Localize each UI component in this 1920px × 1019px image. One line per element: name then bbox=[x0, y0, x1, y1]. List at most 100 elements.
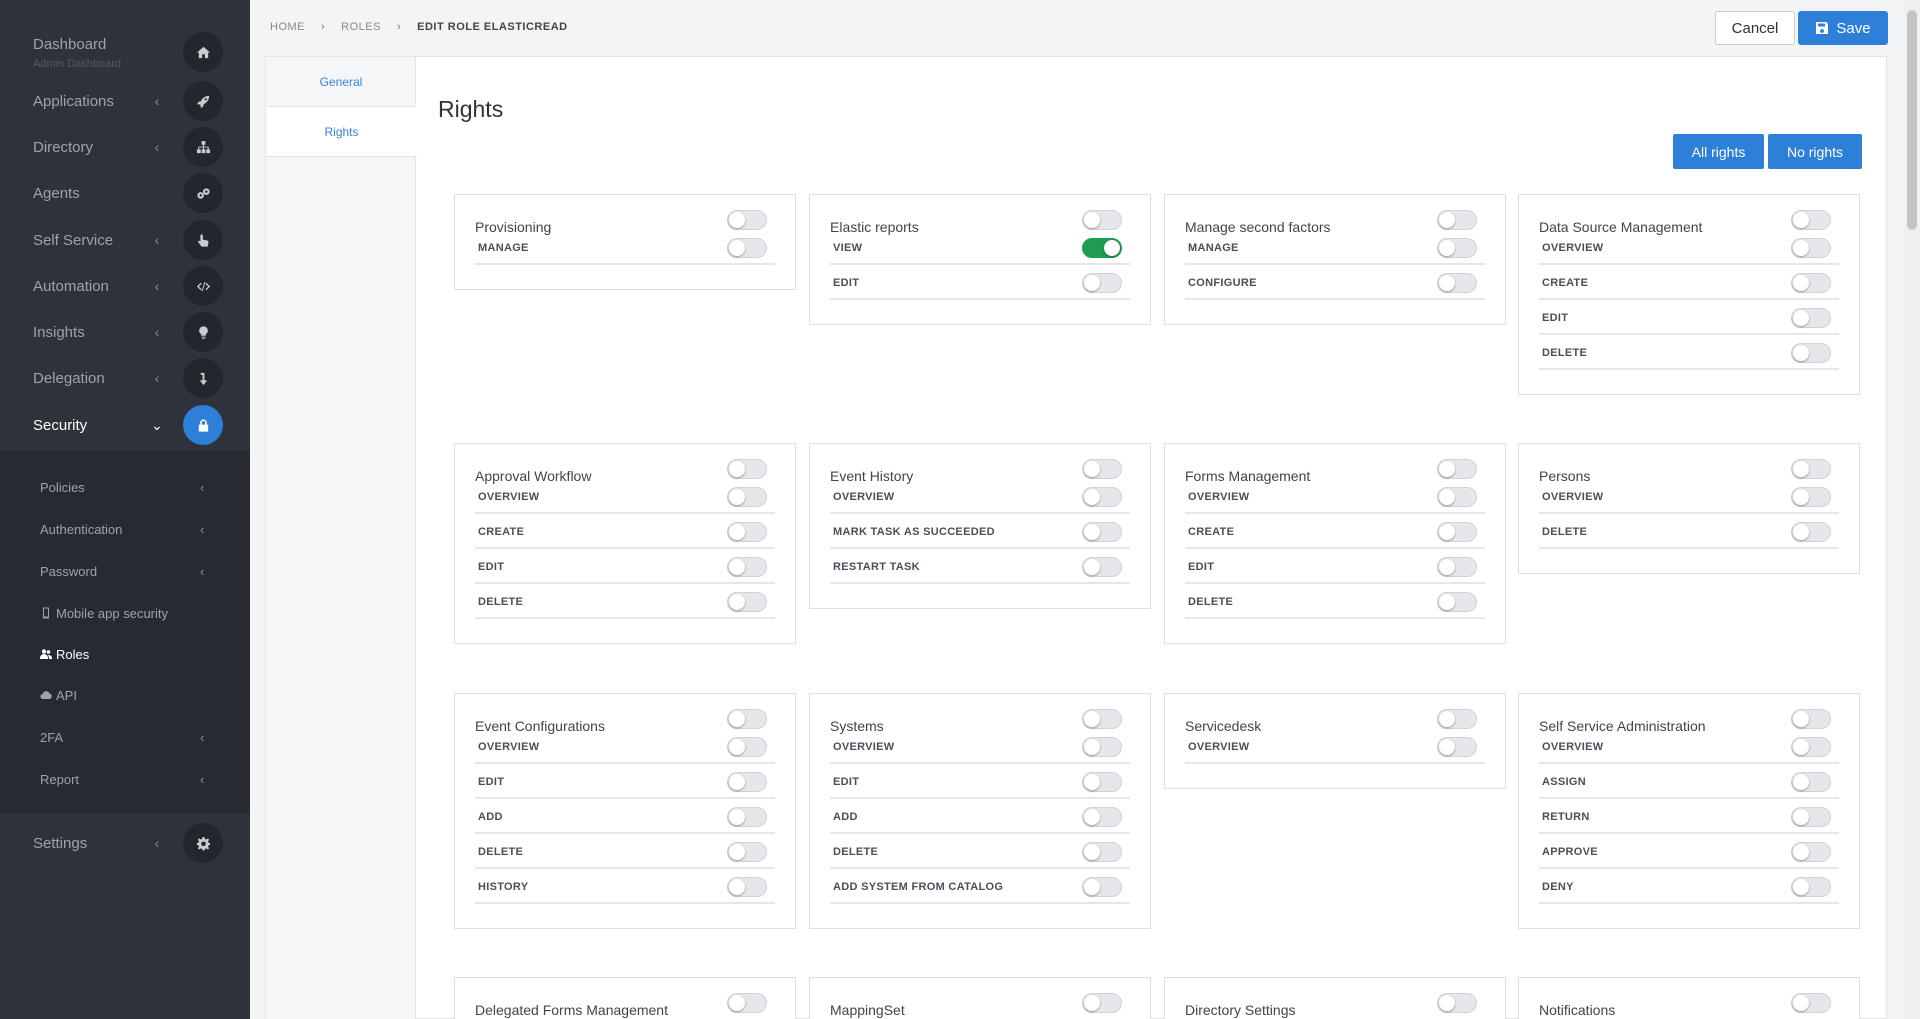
right-toggle[interactable] bbox=[1437, 592, 1477, 612]
sidebar-item-automation[interactable]: Automation ‹ bbox=[0, 266, 250, 306]
home-icon[interactable] bbox=[183, 32, 223, 72]
right-toggle[interactable] bbox=[1082, 522, 1122, 542]
cancel-button[interactable]: Cancel bbox=[1715, 11, 1795, 45]
breadcrumb-roles[interactable]: ROLES bbox=[341, 21, 381, 33]
hand-pointer-icon[interactable] bbox=[183, 220, 223, 260]
group-toggle[interactable] bbox=[727, 993, 767, 1013]
right-toggle[interactable] bbox=[1437, 557, 1477, 577]
sidebar-item-delegation[interactable]: Delegation ‹ bbox=[0, 358, 250, 398]
right-toggle[interactable] bbox=[1791, 273, 1831, 293]
breadcrumb-home[interactable]: HOME bbox=[270, 21, 305, 33]
right-toggle[interactable] bbox=[727, 807, 767, 827]
right-toggle[interactable] bbox=[1437, 238, 1477, 258]
submenu-item-mobile-app-security[interactable]: Mobile app security bbox=[0, 595, 250, 631]
submenu-item-report[interactable]: Report ‹ bbox=[0, 761, 250, 797]
group-toggle[interactable] bbox=[1791, 459, 1831, 479]
group-toggle[interactable] bbox=[1082, 709, 1122, 729]
right-toggle[interactable] bbox=[1437, 487, 1477, 507]
right-toggle[interactable] bbox=[1082, 877, 1122, 897]
sidebar-item-directory[interactable]: Directory ‹ bbox=[0, 127, 250, 167]
tab-general[interactable]: General bbox=[266, 57, 416, 107]
submenu-item-api[interactable]: API bbox=[0, 677, 250, 713]
rocket-icon[interactable] bbox=[183, 81, 223, 121]
sidebar-item-applications[interactable]: Applications ‹ bbox=[0, 81, 250, 121]
arrow-down-icon[interactable] bbox=[183, 358, 223, 398]
no-rights-button[interactable]: No rights bbox=[1768, 134, 1862, 169]
right-toggle[interactable] bbox=[1082, 557, 1122, 577]
tab-rights[interactable]: Rights bbox=[266, 107, 427, 157]
right-toggle[interactable] bbox=[727, 557, 767, 577]
right-toggle[interactable] bbox=[727, 522, 767, 542]
submenu-item-authentication[interactable]: Authentication ‹ bbox=[0, 511, 250, 547]
group-toggle[interactable] bbox=[1082, 993, 1122, 1013]
lightbulb-icon[interactable] bbox=[183, 312, 223, 352]
group-toggle[interactable] bbox=[1791, 709, 1831, 729]
submenu-item-policies[interactable]: Policies ‹ bbox=[0, 469, 250, 505]
right-toggle[interactable] bbox=[1791, 877, 1831, 897]
right-toggle[interactable] bbox=[1082, 238, 1122, 258]
sidebar-item-dashboard[interactable]: Dashboard Admin Dashboard bbox=[0, 32, 250, 72]
right-toggle[interactable] bbox=[1082, 737, 1122, 757]
right-toggle[interactable] bbox=[1791, 807, 1831, 827]
right-toggle[interactable] bbox=[1082, 273, 1122, 293]
right-toggle[interactable] bbox=[1082, 807, 1122, 827]
sidebar-item-insights[interactable]: Insights ‹ bbox=[0, 312, 250, 352]
scrollbar[interactable] bbox=[1904, 0, 1920, 1019]
right-toggle[interactable] bbox=[1791, 308, 1831, 328]
all-rights-button[interactable]: All rights bbox=[1673, 134, 1764, 169]
group-toggle[interactable] bbox=[727, 210, 767, 230]
right-toggle[interactable] bbox=[1082, 772, 1122, 792]
right-toggle[interactable] bbox=[1437, 522, 1477, 542]
submenu-item-password[interactable]: Password ‹ bbox=[0, 553, 250, 589]
right-toggle[interactable] bbox=[1437, 737, 1477, 757]
submenu-item-2fa[interactable]: 2FA ‹ bbox=[0, 719, 250, 755]
sidebar-item-settings[interactable]: Settings ‹ bbox=[0, 823, 250, 863]
group-toggle[interactable] bbox=[1791, 993, 1831, 1013]
right-toggle[interactable] bbox=[1082, 842, 1122, 862]
right-row: DELETE bbox=[1185, 584, 1485, 619]
cloud-icon bbox=[40, 691, 52, 700]
right-label: MANAGE bbox=[478, 242, 529, 254]
sitemap-icon[interactable] bbox=[183, 127, 223, 167]
right-row: OVERVIEW bbox=[1539, 729, 1839, 764]
right-toggle[interactable] bbox=[727, 737, 767, 757]
right-toggle[interactable] bbox=[1791, 487, 1831, 507]
group-toggle[interactable] bbox=[1437, 709, 1477, 729]
group-toggle[interactable] bbox=[1082, 210, 1122, 230]
right-toggle[interactable] bbox=[727, 592, 767, 612]
group-toggle[interactable] bbox=[1437, 459, 1477, 479]
sidebar-item-security[interactable]: Security ⌄ bbox=[0, 405, 250, 445]
page-title: Rights bbox=[438, 96, 504, 122]
sidebar-item-agents[interactable]: Agents bbox=[0, 173, 250, 213]
right-toggle[interactable] bbox=[727, 772, 767, 792]
scrollbar-thumb[interactable] bbox=[1907, 10, 1917, 230]
group-toggle[interactable] bbox=[727, 709, 767, 729]
right-toggle[interactable] bbox=[727, 842, 767, 862]
right-toggle[interactable] bbox=[1437, 273, 1477, 293]
group-toggle[interactable] bbox=[1791, 210, 1831, 230]
right-toggle[interactable] bbox=[1791, 238, 1831, 258]
gear-icon[interactable] bbox=[183, 823, 223, 863]
sidebar-item-label: Applications bbox=[33, 92, 114, 110]
group-toggle[interactable] bbox=[1437, 210, 1477, 230]
sidebar-item-self-service[interactable]: Self Service ‹ bbox=[0, 220, 250, 260]
right-toggle[interactable] bbox=[727, 487, 767, 507]
group-toggle[interactable] bbox=[1437, 993, 1477, 1013]
right-toggle[interactable] bbox=[1791, 343, 1831, 363]
right-row: DELETE bbox=[1539, 514, 1839, 549]
submenu-item-roles[interactable]: Roles bbox=[0, 636, 250, 672]
right-toggle[interactable] bbox=[1791, 772, 1831, 792]
group-toggle[interactable] bbox=[1082, 459, 1122, 479]
code-icon[interactable] bbox=[183, 266, 223, 306]
right-toggle[interactable] bbox=[1791, 842, 1831, 862]
right-row: DELETE bbox=[830, 834, 1130, 869]
cogs-icon[interactable] bbox=[183, 173, 223, 213]
right-toggle[interactable] bbox=[1082, 487, 1122, 507]
right-toggle[interactable] bbox=[1791, 737, 1831, 757]
right-toggle[interactable] bbox=[727, 877, 767, 897]
group-toggle[interactable] bbox=[727, 459, 767, 479]
save-button[interactable]: Save bbox=[1798, 11, 1888, 45]
right-toggle[interactable] bbox=[727, 238, 767, 258]
right-toggle[interactable] bbox=[1791, 522, 1831, 542]
lock-icon[interactable] bbox=[183, 405, 223, 445]
